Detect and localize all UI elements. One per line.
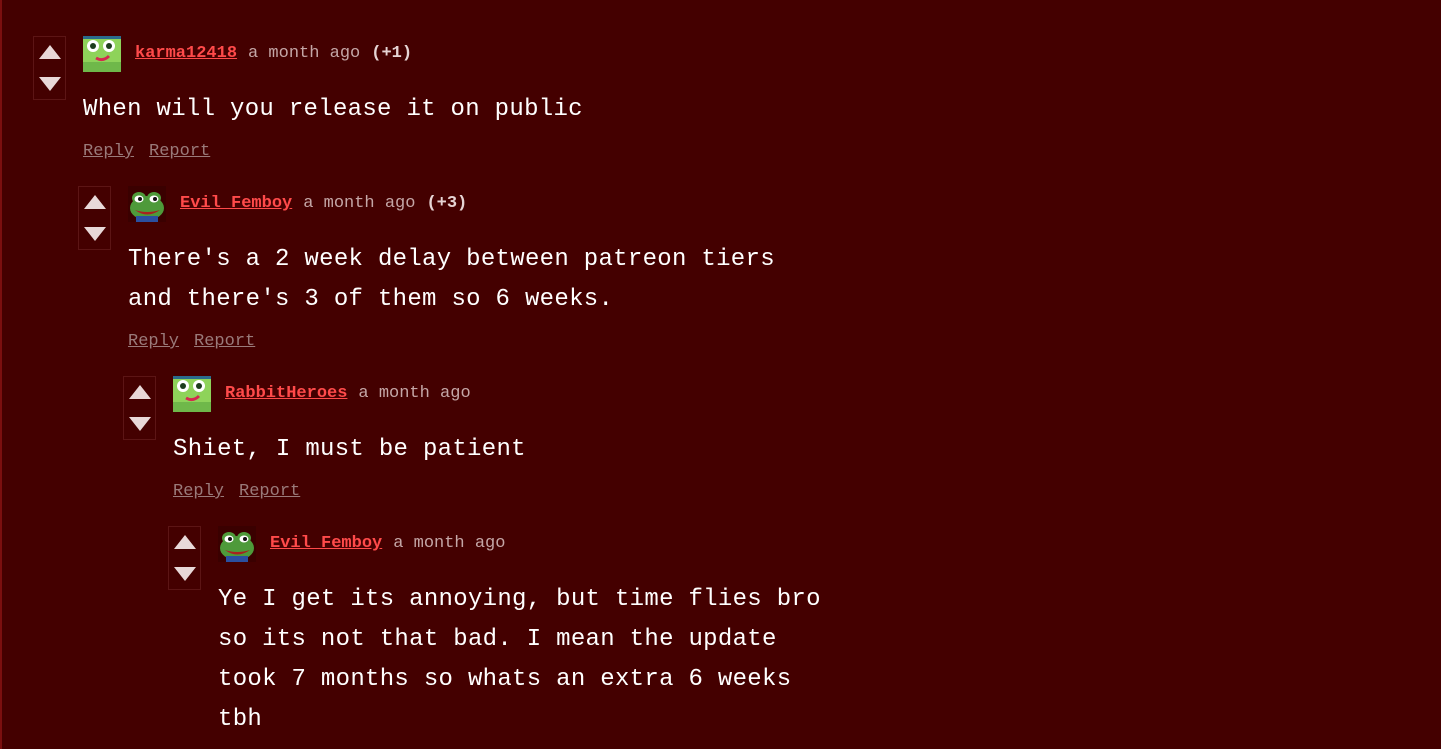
downvote-arrow-icon	[84, 227, 106, 241]
upvote-button[interactable]	[129, 383, 151, 401]
downvote-button[interactable]	[84, 225, 106, 243]
upvote-button[interactable]	[39, 43, 61, 61]
report-link[interactable]: Report	[194, 332, 255, 351]
comment-line: There's a 2 week delay between patreon t…	[128, 246, 775, 273]
frog-green-avatar-icon	[83, 36, 121, 72]
comment-header: RabbitHeroes a month ago	[225, 382, 471, 406]
username-link[interactable]: karma12418	[135, 44, 237, 63]
downvote-arrow-icon	[174, 567, 196, 581]
username-link[interactable]: Evil Femboy	[180, 194, 292, 213]
comment-line: so its not that bad. I mean the update	[218, 626, 777, 653]
avatar[interactable]	[173, 376, 211, 412]
vote-box	[168, 526, 201, 590]
timestamp: a month ago	[248, 44, 361, 63]
reply-link[interactable]: Reply	[128, 332, 179, 351]
frog-green-avatar-icon	[173, 376, 211, 412]
downvote-arrow-icon	[39, 77, 61, 91]
comment-line: Shiet, I must be patient	[173, 436, 526, 463]
comment-header: karma12418 a month ago (+1)	[135, 42, 412, 66]
points-badge: (+3)	[426, 194, 468, 213]
timestamp: a month ago	[303, 194, 416, 213]
vote-box	[33, 36, 66, 100]
comment-body: When will you release it on public	[83, 90, 583, 130]
report-link[interactable]: Report	[239, 482, 300, 501]
username-link[interactable]: Evil Femboy	[270, 534, 382, 553]
username-link[interactable]: RabbitHeroes	[225, 384, 347, 403]
reply-link[interactable]: Reply	[173, 482, 224, 501]
report-link[interactable]: Report	[149, 142, 210, 161]
comment-header: Evil Femboy a month ago (+3)	[180, 192, 467, 216]
pepe-frog-avatar-icon	[128, 186, 166, 222]
downvote-button[interactable]	[39, 75, 61, 93]
timestamp: a month ago	[358, 384, 471, 403]
comment-body: Ye I get its annoying, but time flies br…	[218, 580, 821, 740]
comment-actions: Reply Report	[173, 481, 300, 503]
downvote-button[interactable]	[129, 415, 151, 433]
avatar[interactable]	[128, 186, 166, 222]
downvote-button[interactable]	[174, 565, 196, 583]
comment-actions: Reply Report	[128, 331, 255, 353]
thread-border	[0, 0, 2, 749]
comment-line: When will you release it on public	[83, 96, 583, 123]
pepe-frog-avatar-icon	[218, 526, 256, 562]
upvote-arrow-icon	[129, 385, 151, 399]
comment-body: There's a 2 week delay between patreon t…	[128, 240, 775, 320]
points-badge: (+1)	[371, 44, 413, 63]
upvote-button[interactable]	[174, 533, 196, 551]
comment-line: Ye I get its annoying, but time flies br…	[218, 586, 821, 613]
vote-box	[78, 186, 111, 250]
comment-body: Shiet, I must be patient	[173, 430, 526, 470]
comment-header: Evil Femboy a month ago	[270, 532, 505, 556]
downvote-arrow-icon	[129, 417, 151, 431]
vote-box	[123, 376, 156, 440]
timestamp: a month ago	[393, 534, 506, 553]
avatar[interactable]	[83, 36, 121, 72]
comment-line: and there's 3 of them so 6 weeks.	[128, 286, 614, 313]
comment-line: took 7 months so whats an extra 6 weeks	[218, 666, 792, 693]
comment-actions: Reply Report	[83, 141, 210, 163]
upvote-arrow-icon	[39, 45, 61, 59]
upvote-arrow-icon	[84, 195, 106, 209]
comment-line: tbh	[218, 706, 263, 733]
upvote-arrow-icon	[174, 535, 196, 549]
upvote-button[interactable]	[84, 193, 106, 211]
avatar[interactable]	[218, 526, 256, 562]
reply-link[interactable]: Reply	[83, 142, 134, 161]
